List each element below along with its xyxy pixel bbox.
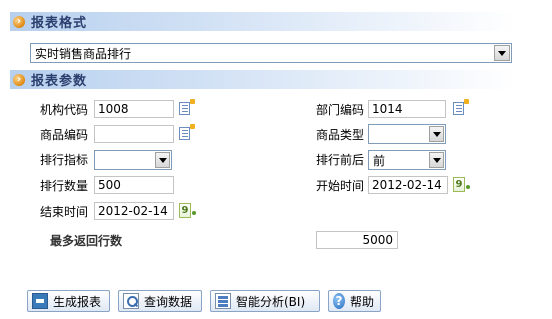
rank-metric-select[interactable] [94,150,172,170]
org-code-input[interactable]: 1008 [94,100,174,118]
org-code-label: 机构代码 [40,103,89,117]
chevron-down-icon[interactable] [429,152,444,168]
report-format-title: 报表格式 [31,16,88,31]
end-time-input[interactable]: 2012-02-14 [94,202,174,220]
end-time-label: 结束时间 [40,205,89,219]
report-params-title: 报表参数 [31,74,88,89]
generate-report-button[interactable]: 生成报表 [27,290,110,312]
report-icon [32,293,48,309]
max-rows-label: 最多返回行数 [50,234,123,248]
rank-order-select[interactable]: 前 [368,150,446,170]
start-time-input[interactable]: 2012-02-14 [368,176,448,194]
query-data-button[interactable]: 查询数据 [118,290,202,312]
chevron-down-icon[interactable] [429,126,444,142]
product-code-label: 商品编码 [40,128,89,142]
rank-order-value: 前 [373,153,386,168]
search-icon [123,293,139,309]
product-type-label: 商品类型 [316,128,365,142]
product-code-input[interactable] [94,125,174,143]
rank-order-label: 排行前后 [316,153,365,167]
bi-chart-icon [215,293,231,309]
start-time-label: 开始时间 [316,179,365,193]
bi-analysis-label: 智能分析(BI) [236,294,306,309]
query-data-label: 查询数据 [144,294,193,309]
question-icon: ? [333,293,345,309]
chevron-down-icon[interactable] [155,152,170,168]
section-bullet-icon: › [13,15,25,28]
report-params-header: › 报表参数 [10,70,517,89]
report-format-select-value: 实时销售商品排行 [35,46,132,61]
report-format-header: › 报表格式 [10,12,517,31]
bi-analysis-button[interactable]: 智能分析(BI) [210,290,320,312]
rank-metric-label: 排行指标 [40,153,89,167]
dept-code-label: 部门编码 [316,103,365,117]
help-label: 帮助 [349,294,374,309]
list-lookup-icon[interactable] [453,99,469,115]
help-button[interactable]: ? 帮助 [328,290,381,312]
product-type-select[interactable] [368,124,446,144]
report-format-select[interactable]: 实时销售商品排行 [30,43,512,63]
generate-report-label: 生成报表 [53,294,102,309]
rank-count-input[interactable]: 500 [94,176,174,194]
section-bullet-icon: › [13,73,25,86]
list-lookup-icon[interactable] [179,124,195,140]
chevron-down-icon[interactable] [494,45,510,61]
calendar-icon[interactable]: 9 [453,177,470,192]
rank-count-label: 排行数量 [40,179,89,193]
max-rows-input[interactable]: 5000 [316,231,398,249]
list-lookup-icon[interactable] [179,99,195,115]
calendar-icon[interactable]: 9 [179,203,196,218]
dept-code-input[interactable]: 1014 [368,100,446,118]
